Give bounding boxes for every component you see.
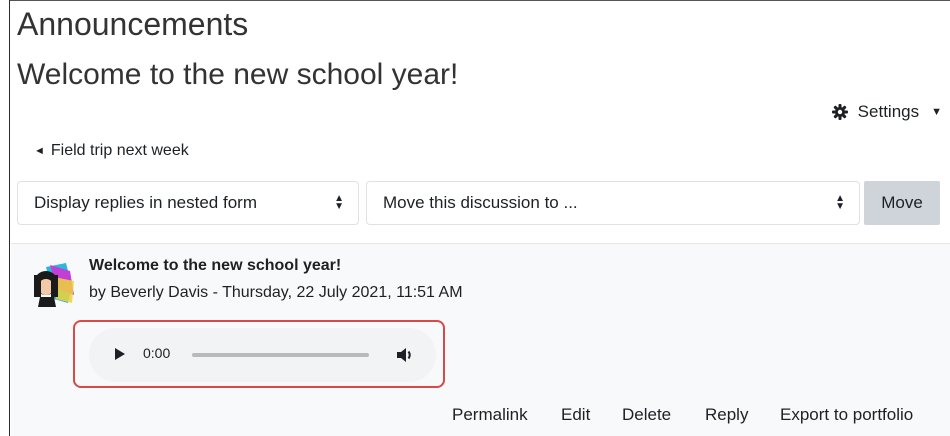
select-arrows-icon: ▲ ▼: [334, 193, 344, 212]
volume-icon[interactable]: [395, 345, 415, 365]
caret-down-icon: ▼: [931, 106, 942, 118]
move-discussion-select[interactable]: Move this discussion to ... ▲ ▼: [366, 181, 860, 225]
gear-icon: [831, 104, 848, 120]
previous-discussion-label: Field trip next week: [50, 142, 189, 159]
reply-link[interactable]: Reply: [705, 405, 748, 425]
edit-link[interactable]: Edit: [561, 405, 590, 425]
move-discussion-value: Move this discussion to ...: [383, 193, 578, 212]
window-top-border: [9, 0, 950, 1]
previous-discussion-link[interactable]: ◄ Field trip next week: [34, 142, 189, 160]
window-left-border: [9, 0, 10, 436]
post-byline: by Beverly Davis - Thursday, 22 July 202…: [89, 284, 463, 301]
page-heading: Announcements: [17, 6, 249, 42]
settings-menu[interactable]: Settings ▼: [831, 102, 942, 122]
select-arrows-icon: ▲ ▼: [835, 193, 845, 212]
left-triangle-icon: ◄: [34, 145, 45, 157]
export-to-portfolio-link[interactable]: Export to portfolio: [780, 405, 913, 425]
audio-progress-track[interactable]: [192, 353, 369, 357]
post-divider: [11, 243, 950, 244]
delete-link[interactable]: Delete: [622, 405, 671, 425]
display-mode-value: Display replies in nested form: [34, 193, 257, 212]
settings-label: Settings: [857, 102, 920, 121]
move-button[interactable]: Move: [864, 181, 940, 225]
avatar[interactable]: [28, 259, 76, 307]
discussion-title: Welcome to the new school year!: [17, 58, 459, 91]
display-mode-select[interactable]: Display replies in nested form ▲ ▼: [17, 181, 359, 225]
post-subject: Welcome to the new school year!: [89, 257, 342, 274]
play-icon[interactable]: [112, 346, 128, 362]
permalink-link[interactable]: Permalink: [452, 405, 528, 425]
audio-time: 0:00: [143, 345, 171, 361]
